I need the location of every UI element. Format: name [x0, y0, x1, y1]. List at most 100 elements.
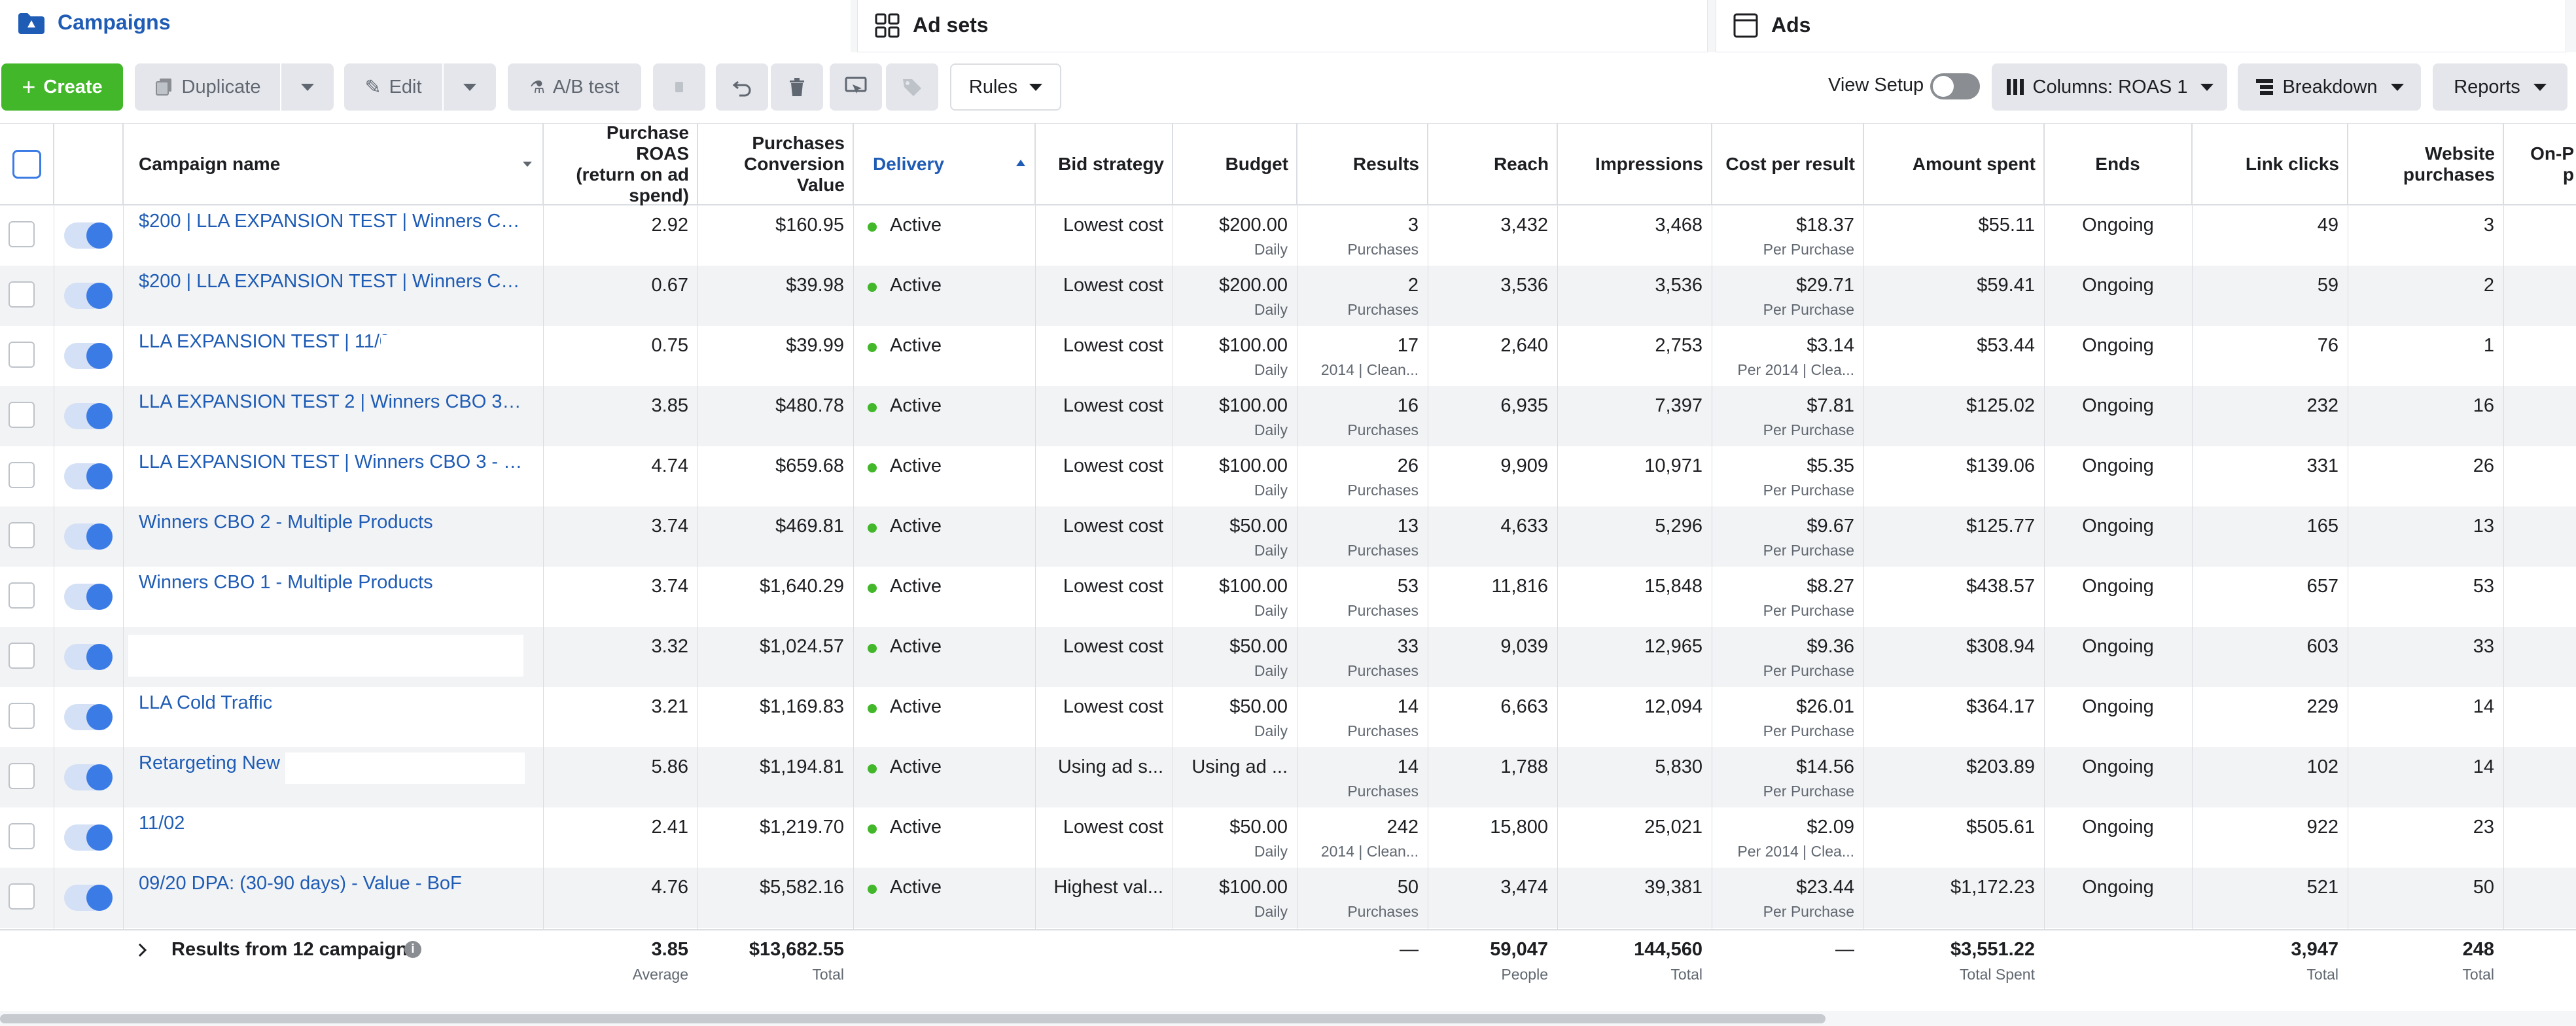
header-delivery[interactable]: Delivery: [853, 123, 1035, 205]
header-cost-per-result-label: Cost per result: [1725, 154, 1855, 174]
pcv-value: $1,024.57: [759, 636, 844, 657]
campaign-name-link[interactable]: LLA EXPANSION TEST 2 | Winners CBO 3 - M…: [139, 391, 523, 413]
budget-sub-label: Daily: [1254, 843, 1288, 860]
campaign-toggle[interactable]: [64, 644, 113, 670]
campaign-toggle[interactable]: [64, 283, 113, 309]
header-bid-strategy[interactable]: Bid strategy: [1035, 123, 1173, 205]
campaign-toggle[interactable]: [64, 463, 113, 489]
rules-button[interactable]: Rules: [950, 63, 1061, 111]
edit-dropdown[interactable]: [444, 63, 496, 111]
row-checkbox[interactable]: [9, 281, 35, 308]
reach-value: 9,909: [1500, 455, 1548, 476]
tab-campaigns[interactable]: Campaigns: [0, 0, 851, 52]
header-link-clicks[interactable]: Link clicks: [2192, 123, 2348, 205]
delivery-status: Active: [890, 696, 942, 717]
campaign-toggle[interactable]: [64, 584, 113, 610]
campaign-toggle[interactable]: [64, 403, 113, 429]
row-checkbox[interactable]: [9, 823, 35, 849]
campaign-toggle[interactable]: [64, 523, 113, 550]
row-checkbox[interactable]: [9, 582, 35, 609]
undo-button[interactable]: [716, 63, 768, 111]
campaign-toggle[interactable]: [64, 824, 113, 851]
campaign-name-link[interactable]: Winners CBO 1 - Multiple Products: [139, 572, 523, 593]
cpr-value: $14.56: [1796, 756, 1854, 777]
row-checkbox[interactable]: [9, 643, 35, 669]
row-checkbox[interactable]: [9, 342, 35, 368]
delivery-status: Active: [890, 335, 942, 356]
preview-button[interactable]: [830, 63, 882, 111]
row-checkbox[interactable]: [9, 221, 35, 247]
campaign-toggle[interactable]: [64, 704, 113, 730]
campaign-name-link[interactable]: LLA Cold Traffic: [139, 692, 523, 714]
total-cost-per-result: —: [1835, 939, 1854, 960]
campaign-name-link[interactable]: $200 | LLA EXPANSION TEST | Winners CBO …: [139, 211, 523, 232]
row-checkbox[interactable]: [9, 763, 35, 789]
view-setup-toggle[interactable]: [1930, 73, 1980, 99]
header-website-purchases[interactable]: Website purchases: [2348, 123, 2503, 205]
header-purchase-roas[interactable]: Purchase ROAS (return on ad spend): [543, 122, 697, 205]
total-results: —: [1400, 939, 1419, 960]
clicks-value: 76: [2317, 335, 2338, 356]
roas-value: 4.74: [651, 455, 688, 476]
budget-sub-label: Daily: [1254, 482, 1288, 499]
header-pcv-line1: Purchases: [752, 133, 845, 153]
header-reach[interactable]: Reach: [1428, 123, 1557, 205]
preview-icon: [845, 77, 867, 94]
campaign-toggle[interactable]: [64, 885, 113, 911]
results-value: 2: [1407, 275, 1419, 296]
header-ends-label: Ends: [2095, 154, 2140, 174]
campaign-toggle[interactable]: [64, 222, 113, 249]
info-icon[interactable]: i: [404, 941, 421, 958]
tag-button[interactable]: [886, 63, 938, 111]
campaign-toggle[interactable]: [64, 764, 113, 790]
header-results[interactable]: Results: [1297, 123, 1428, 205]
toggle-knob: [1933, 76, 1954, 97]
header-cost-per-result[interactable]: Cost per result: [1712, 123, 1863, 205]
campaign-name-link[interactable]: $200 | LLA EXPANSION TEST | Winners CBO …: [139, 271, 523, 292]
cpr-value: $29.71: [1796, 275, 1854, 296]
campaign-name-link[interactable]: LLA EXPANSION TEST | Winners CBO 3 - Mul…: [139, 451, 523, 473]
total-impressions-sub: Total: [1670, 966, 1703, 983]
header-purchases-conversion-value[interactable]: Purchases Conversion Value: [697, 123, 853, 205]
header-on-platform[interactable]: On-P p: [2503, 123, 2576, 205]
reports-button[interactable]: Reports: [2433, 63, 2567, 111]
reach-value: 2,640: [1500, 335, 1548, 356]
reach-value: 3,474: [1500, 877, 1548, 898]
row-checkbox[interactable]: [9, 522, 35, 548]
select-all-checkbox[interactable]: [12, 150, 41, 179]
delete-disabled-button[interactable]: [653, 63, 705, 111]
horizontal-scrollbar[interactable]: [0, 1014, 1826, 1023]
duplicate-button[interactable]: Duplicate: [135, 63, 280, 111]
status-dot-icon: [868, 343, 877, 352]
impressions-value: 2,753: [1655, 335, 1703, 356]
duplicate-dropdown[interactable]: [281, 63, 334, 111]
columns-button[interactable]: Columns: ROAS 1: [1992, 63, 2227, 111]
budget-sub-label: Daily: [1254, 301, 1288, 318]
tab-ad-sets[interactable]: Ad sets: [857, 0, 1708, 52]
header-budget[interactable]: Budget: [1173, 123, 1297, 205]
header-amount-spent[interactable]: Amount spent: [1863, 123, 2044, 205]
campaign-name-link[interactable]: Winners CBO 2 - Multiple Products: [139, 512, 523, 533]
tab-ads[interactable]: Ads: [1716, 0, 2566, 52]
row-checkbox[interactable]: [9, 703, 35, 729]
toggle-knob: [86, 885, 113, 911]
create-button[interactable]: + Create: [1, 63, 123, 111]
header-impressions[interactable]: Impressions: [1557, 123, 1712, 205]
total-link-clicks: 3,947: [2291, 939, 2338, 960]
budget-value: $50.00: [1229, 636, 1288, 657]
campaign-name-link[interactable]: 09/20 DPA: (30-90 days) - Value - BoF: [139, 873, 523, 894]
chevron-right-icon[interactable]: [137, 942, 148, 958]
header-campaign-name[interactable]: Campaign name: [123, 123, 543, 205]
breakdown-button[interactable]: Breakdown: [2238, 63, 2421, 111]
ab-test-button[interactable]: ⚗ A/B test: [508, 63, 641, 111]
row-checkbox[interactable]: [9, 402, 35, 428]
roas-value: 0.75: [651, 335, 688, 356]
campaign-toggle[interactable]: [64, 343, 113, 369]
header-ends[interactable]: Ends: [2044, 123, 2192, 205]
edit-button[interactable]: ✎ Edit: [344, 63, 442, 111]
row-checkbox[interactable]: [9, 883, 35, 910]
trash-button[interactable]: [771, 63, 823, 111]
chevron-down-icon: [2200, 83, 2214, 91]
row-checkbox[interactable]: [9, 462, 35, 488]
pcv-value: $480.78: [775, 395, 844, 416]
